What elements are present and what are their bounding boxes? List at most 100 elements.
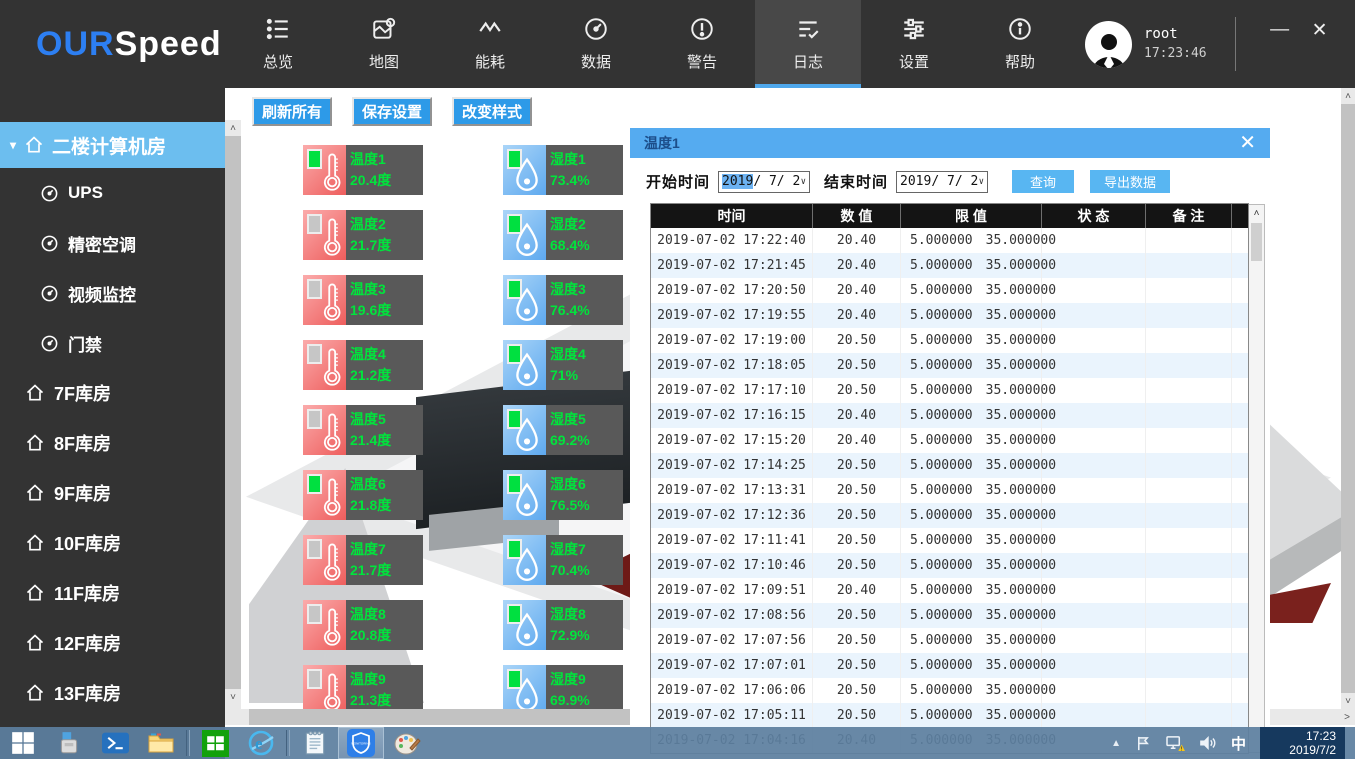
content-left-scrollbar[interactable]: ˄ ˅ (225, 120, 241, 725)
table-row[interactable]: 2019-07-02 17:19:0020.505.00000035.00000… (651, 328, 1248, 353)
sensor-card-humidity-2[interactable]: 湿度268.4% (503, 210, 623, 260)
sidebar-item-device-0[interactable]: UPS (0, 168, 225, 218)
scroll-down-icon[interactable]: ˅ (225, 689, 241, 705)
table-row[interactable]: 2019-07-02 17:21:4520.405.00000035.00000… (651, 253, 1248, 278)
sensor-card-temperature-7[interactable]: 温度721.7度 (303, 535, 423, 585)
end-date-picker[interactable]: 2019/ 7/ 2 ∨ (896, 171, 988, 193)
taskbar-app-start[interactable] (0, 727, 46, 759)
table-row[interactable]: 2019-07-02 17:15:2020.405.00000035.00000… (651, 428, 1248, 453)
sensor-card-humidity-3[interactable]: 湿度376.4% (503, 275, 623, 325)
user-box[interactable]: root 17:23:46 (1085, 0, 1207, 88)
sensor-card-temperature-2[interactable]: 温度221.7度 (303, 210, 423, 260)
taskbar-app-powershell[interactable] (92, 727, 138, 759)
tab-map[interactable]: 地图 (331, 0, 437, 88)
taskbar-app-windows-store[interactable] (192, 727, 238, 759)
table-row[interactable]: 2019-07-02 17:08:5620.505.00000035.00000… (651, 603, 1248, 628)
table-row[interactable]: 2019-07-02 17:14:2520.505.00000035.00000… (651, 453, 1248, 478)
tab-overview[interactable]: 总览 (225, 0, 331, 88)
tab-settings[interactable]: 设置 (861, 0, 967, 88)
save-settings-button[interactable]: 保存设置 (352, 97, 432, 126)
export-data-button[interactable]: 导出数据 (1090, 170, 1170, 193)
table-row[interactable]: 2019-07-02 17:05:1120.505.00000035.00000… (651, 703, 1248, 728)
scroll-up-icon[interactable]: ˄ (1341, 88, 1355, 104)
sidebar-item-room-1[interactable]: 8F库房 (0, 418, 225, 468)
scrollbar-thumb[interactable] (225, 136, 241, 689)
sidebar-item-device-3[interactable]: 门禁 (0, 318, 225, 368)
tab-log[interactable]: 日志 (755, 0, 861, 88)
sensor-card-humidity-5[interactable]: 湿度569.2% (503, 405, 623, 455)
content-right-scrollbar[interactable]: ˄ ˅ (1341, 88, 1355, 709)
tab-data[interactable]: 数据 (543, 0, 649, 88)
sensor-card-temperature-4[interactable]: 温度421.2度 (303, 340, 423, 390)
network-warning-icon[interactable]: ! (1166, 735, 1185, 752)
tab-alert[interactable]: 警告 (649, 0, 755, 88)
date-rest[interactable]: / 7/ 2 (753, 174, 800, 189)
table-scrollbar[interactable]: ˄ (1249, 204, 1265, 753)
sensor-card-humidity-9[interactable]: 湿度969.9% (503, 665, 623, 715)
table-row[interactable]: 2019-07-02 17:19:5520.405.00000035.00000… (651, 303, 1248, 328)
sensor-card-temperature-5[interactable]: 温度521.4度 (303, 405, 423, 455)
table-row[interactable]: 2019-07-02 17:07:5620.505.00000035.00000… (651, 628, 1248, 653)
table-row[interactable]: 2019-07-02 17:22:4020.405.00000035.00000… (651, 228, 1248, 253)
taskbar-clock[interactable]: 17:232019/7/2 (1260, 727, 1345, 759)
table-row[interactable]: 2019-07-02 17:10:4620.505.00000035.00000… (651, 553, 1248, 578)
sensor-card-temperature-9[interactable]: 温度921.3度 (303, 665, 423, 715)
scrollbar-thumb[interactable] (1341, 104, 1355, 693)
sensor-card-humidity-4[interactable]: 湿度471% (503, 340, 623, 390)
table-row[interactable]: 2019-07-02 17:18:0520.505.00000035.00000… (651, 353, 1248, 378)
sidebar-item-room-3[interactable]: 10F库房 (0, 518, 225, 568)
tab-energy[interactable]: 能耗 (437, 0, 543, 88)
dialog-close-icon[interactable]: ✕ (1239, 133, 1256, 153)
sidebar-item-room-4[interactable]: 11F库房 (0, 568, 225, 618)
sidebar-item-room-6[interactable]: 13F库房 (0, 668, 225, 718)
sidebar-item-room-2[interactable]: 9F库房 (0, 468, 225, 518)
scrollbar-thumb[interactable] (1251, 223, 1262, 261)
tray-expand-icon[interactable]: ▲ (1111, 738, 1121, 749)
close-button[interactable]: ✕ (1300, 0, 1340, 60)
table-row[interactable]: 2019-07-02 17:16:1520.405.00000035.00000… (651, 403, 1248, 428)
taskbar-app-internet-explorer[interactable]: e (238, 727, 284, 759)
chevron-down-icon[interactable]: ∨ (801, 177, 806, 187)
sidebar-item-device-1[interactable]: 精密空调 (0, 218, 225, 268)
scroll-right-icon[interactable]: ˃ (1339, 712, 1355, 723)
date-value[interactable]: 2019/ 7/ 2 (900, 174, 978, 189)
sensor-card-temperature-8[interactable]: 温度820.8度 (303, 600, 423, 650)
table-row[interactable]: 2019-07-02 17:07:0120.505.00000035.00000… (651, 653, 1248, 678)
table-row[interactable]: 2019-07-02 17:06:0620.505.00000035.00000… (651, 678, 1248, 703)
table-row[interactable]: 2019-07-02 17:09:5120.405.00000035.00000… (651, 578, 1248, 603)
table-row[interactable]: 2019-07-02 17:11:4120.505.00000035.00000… (651, 528, 1248, 553)
scroll-down-icon[interactable]: ˅ (1341, 693, 1355, 709)
tab-help[interactable]: 帮助 (967, 0, 1073, 88)
table-row[interactable]: 2019-07-02 17:17:1020.505.00000035.00000… (651, 378, 1248, 403)
table-row[interactable]: 2019-07-02 17:20:5020.405.00000035.00000… (651, 278, 1248, 303)
query-button[interactable]: 查询 (1012, 170, 1074, 193)
sidebar-item-room-5[interactable]: 12F库房 (0, 618, 225, 668)
table-row[interactable]: 2019-07-02 17:13:3120.505.00000035.00000… (651, 478, 1248, 503)
refresh-all-button[interactable]: 刷新所有 (252, 97, 332, 126)
taskbar-app-paint[interactable] (384, 727, 430, 759)
sensor-card-humidity-8[interactable]: 湿度872.9% (503, 600, 623, 650)
sensor-card-humidity-1[interactable]: 湿度173.4% (503, 145, 623, 195)
taskbar-app-system-tool[interactable] (46, 727, 92, 759)
action-center-flag-icon[interactable] (1135, 735, 1152, 752)
taskbar-app-notepad[interactable] (292, 727, 338, 759)
volume-icon[interactable] (1199, 735, 1217, 751)
sidebar-item-device-2[interactable]: 视频监控 (0, 268, 225, 318)
date-selected-segment[interactable]: 2019 (722, 174, 753, 189)
chevron-down-icon[interactable]: ∨ (979, 177, 984, 187)
scroll-up-icon[interactable]: ˄ (1249, 205, 1264, 221)
taskbar-app-file-explorer[interactable] (138, 727, 184, 759)
sensor-card-humidity-6[interactable]: 湿度676.5% (503, 470, 623, 520)
change-style-button[interactable]: 改变样式 (452, 97, 532, 126)
scroll-up-icon[interactable]: ˄ (225, 120, 241, 136)
sensor-card-temperature-1[interactable]: 温度120.4度 (303, 145, 423, 195)
avatar[interactable] (1085, 21, 1132, 68)
sensor-card-temperature-6[interactable]: 温度621.8度 (303, 470, 423, 520)
table-row[interactable]: 2019-07-02 17:12:3620.505.00000035.00000… (651, 503, 1248, 528)
start-date-picker[interactable]: 2019/ 7/ 2 ∨ (718, 171, 810, 193)
taskbar-app-monitoring-app[interactable]: MONITORING (338, 727, 384, 759)
sensor-card-temperature-3[interactable]: 温度319.6度 (303, 275, 423, 325)
sidebar-item-active-room[interactable]: ▾二楼计算机房 (0, 122, 225, 168)
sidebar-item-room-0[interactable]: 7F库房 (0, 368, 225, 418)
minimize-button[interactable]: — (1260, 0, 1300, 60)
